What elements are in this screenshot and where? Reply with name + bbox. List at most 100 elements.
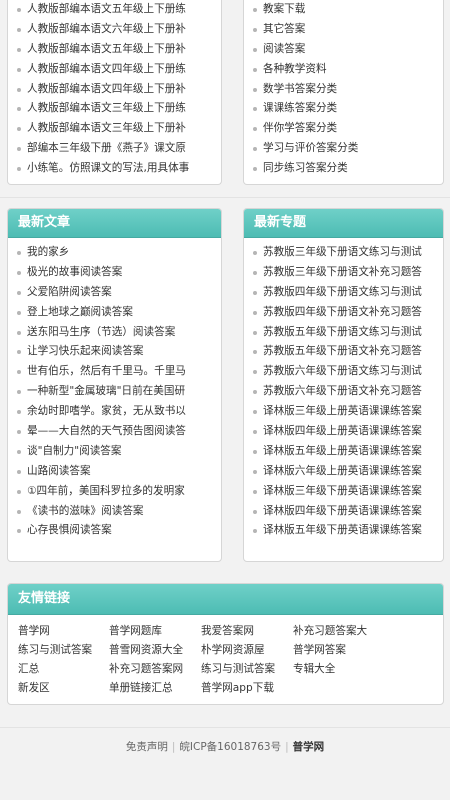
article-link[interactable]: 一种新型"金属玻璃"日前在美国研: [17, 382, 221, 402]
bullet-icon: [253, 27, 257, 32]
friend-link[interactable]: 普学网app下载: [201, 680, 293, 697]
list-item[interactable]: 部编本三年级下册《燕子》课文原: [17, 139, 221, 159]
topic-link[interactable]: 译林版五年级上册英语课课练答案: [253, 442, 443, 462]
bullet-icon: [17, 67, 21, 72]
topic-link[interactable]: 译林版四年级下册英语课课练答案: [253, 502, 443, 522]
friend-link[interactable]: 补充习题答案网: [109, 661, 201, 678]
article-link[interactable]: 登上地球之巅阅读答案: [17, 303, 221, 323]
list-item[interactable]: 人教版部编本语文六年级上下册补: [17, 20, 221, 40]
friend-links-grid: 普学网 普学网题库 我爱答案网 补充习题答案大练习与测试答案 普雪网资源大全 朴学网资源屋…: [8, 615, 443, 697]
article-link[interactable]: 让学习快乐起来阅读答案: [17, 342, 221, 362]
bullet-icon: [253, 107, 257, 112]
list-item-label: 苏教版五年级下册语文补充习题答: [263, 345, 422, 358]
bullet-icon: [17, 107, 21, 112]
category-link[interactable]: 各种教学资料: [253, 60, 443, 80]
friend-link[interactable]: 补充习题答案大: [293, 623, 385, 640]
list-item-label: ①四年前，美国科罗拉多的发明家: [27, 484, 185, 497]
topic-link[interactable]: 苏教版四年级下册语文补充习题答: [253, 303, 443, 323]
category-link[interactable]: 学习与评价答案分类: [253, 139, 443, 159]
category-link[interactable]: 伴你学答案分类: [253, 119, 443, 139]
topic-link[interactable]: 苏教版五年级下册语文练习与测试: [253, 323, 443, 343]
list-item-label: 人教版部编本语文三年级上下册补: [27, 122, 186, 135]
article-link[interactable]: 极光的故事阅读答案: [17, 263, 221, 283]
topic-link[interactable]: 苏教版六年级下册语文补充习题答: [253, 382, 443, 402]
friend-link[interactable]: 新发区: [18, 680, 109, 697]
friend-link[interactable]: 我爱答案网: [201, 623, 293, 640]
topic-link[interactable]: 译林版五年级下册英语课课练答案: [253, 521, 443, 541]
list-item-label: 各种教学资料: [263, 62, 327, 75]
list-item[interactable]: 人教版部编本语文五年级上下册补: [17, 40, 221, 60]
list-item-label: 苏教版五年级下册语文练习与测试: [263, 325, 422, 338]
bullet-icon: [17, 529, 21, 534]
footer: 免责声明 | 皖ICP备16018763号 | 普学网: [0, 737, 450, 757]
bullet-icon: [17, 390, 21, 395]
article-link[interactable]: 谈"自制力"阅读答案: [17, 442, 221, 462]
category-link[interactable]: 教案下载: [253, 0, 443, 20]
friend-link[interactable]: 普学网题库: [109, 623, 201, 640]
list-item-label: 译林版四年级下册英语课课练答案: [263, 504, 422, 517]
category-link[interactable]: 课课练答案分类: [253, 99, 443, 119]
article-link[interactable]: 余幼时即嗜学。家贫，无从致书以: [17, 402, 221, 422]
topic-link[interactable]: 译林版三年级下册英语课课练答案: [253, 482, 443, 502]
topic-link[interactable]: 苏教版三年级下册语文练习与测试: [253, 243, 443, 263]
friend-link[interactable]: 汇总: [18, 661, 109, 678]
bullet-icon: [17, 147, 21, 152]
article-link[interactable]: 《读书的滋味》阅读答案: [17, 502, 221, 522]
list-item-label: 苏教版三年级下册语文练习与测试: [263, 246, 422, 258]
list-item-label: 晕——大自然的天气预告图阅读答: [27, 425, 186, 438]
friend-link[interactable]: 专辑大全: [293, 661, 385, 678]
list-item[interactable]: 人教版部编本语文四年级上下册补: [17, 80, 221, 100]
bullet-icon: [253, 127, 257, 132]
bullet-icon: [253, 87, 257, 92]
category-link[interactable]: 阅读答案: [253, 40, 443, 60]
list-item[interactable]: 人教版部编本语文五年级上下册练: [17, 0, 221, 20]
footer-brand[interactable]: 普学网: [293, 741, 325, 753]
article-link[interactable]: ①四年前，美国科罗拉多的发明家: [17, 482, 221, 502]
bullet-icon: [17, 310, 21, 315]
list-item-label: 译林版五年级下册英语课课练答案: [263, 524, 422, 537]
list-item-label: 父爱陷阱阅读答案: [27, 285, 112, 298]
friend-link[interactable]: 普学网答案: [293, 642, 385, 659]
article-link[interactable]: 我的家乡: [17, 243, 221, 263]
bullet-icon: [17, 167, 21, 172]
list-item[interactable]: 人教版部编本语文三年级上下册补: [17, 119, 221, 139]
category-link[interactable]: 数学书答案分类: [253, 80, 443, 100]
bullet-icon: [253, 47, 257, 52]
topic-link[interactable]: 译林版六年级上册英语课课练答案: [253, 462, 443, 482]
friend-link[interactable]: 普雪网资源大全: [109, 642, 201, 659]
list-item-label: 小练笔。仿照课文的写法,用具体事: [27, 162, 190, 175]
bullet-icon: [17, 469, 21, 474]
topic-link[interactable]: 译林版四年级上册英语课课练答案: [253, 422, 443, 442]
topic-link[interactable]: 苏教版五年级下册语文补充习题答: [253, 342, 443, 362]
list-item[interactable]: 小练笔。仿照课文的写法,用具体事: [17, 159, 221, 179]
list-item-label: 译林版五年级上册英语课课练答案: [263, 444, 422, 457]
topic-link[interactable]: 苏教版四年级下册语文练习与测试: [253, 283, 443, 303]
friend-link[interactable]: 单册链接汇总: [109, 680, 201, 697]
list-item-label: 苏教版六年级下册语文练习与测试: [263, 365, 422, 378]
topic-link[interactable]: 苏教版三年级下册语文补充习题答: [253, 263, 443, 283]
topic-link[interactable]: 译林版三年级上册英语课课练答案: [253, 402, 443, 422]
article-link[interactable]: 世有伯乐，然后有千里马。千里马: [17, 362, 221, 382]
list-item[interactable]: 人教版部编本语文四年级上下册练: [17, 60, 221, 80]
icp-number[interactable]: 皖ICP备16018763号: [179, 741, 281, 753]
topic-link[interactable]: 苏教版六年级下册语文练习与测试: [253, 362, 443, 382]
article-link[interactable]: 送东阳马生序（节选）阅读答案: [17, 323, 221, 343]
friend-link[interactable]: 普学网: [18, 623, 109, 640]
list-item[interactable]: 人教版部编本语文三年级上下册练: [17, 99, 221, 119]
bullet-icon: [17, 509, 21, 514]
disclaimer-link[interactable]: 免责声明: [126, 741, 168, 753]
article-link[interactable]: 晕——大自然的天气预告图阅读答: [17, 422, 221, 442]
article-link[interactable]: 父爱陷阱阅读答案: [17, 283, 221, 303]
list-item-label: 人教版部编本语文四年级上下册练: [27, 62, 186, 75]
category-link[interactable]: 其它答案: [253, 20, 443, 40]
friend-link[interactable]: 朴学网资源屋: [201, 642, 293, 659]
bullet-icon: [253, 310, 257, 315]
bullet-icon: [253, 147, 257, 152]
article-link[interactable]: 山路阅读答案: [17, 462, 221, 482]
bullet-icon: [17, 330, 21, 335]
list-item-label: 《读书的滋味》阅读答案: [27, 504, 144, 517]
category-link[interactable]: 同步练习答案分类: [253, 159, 443, 179]
friend-link[interactable]: 练习与测试答案: [201, 661, 293, 678]
friend-link[interactable]: 练习与测试答案: [18, 642, 109, 659]
article-link[interactable]: 心存畏惧阅读答案: [17, 521, 221, 541]
